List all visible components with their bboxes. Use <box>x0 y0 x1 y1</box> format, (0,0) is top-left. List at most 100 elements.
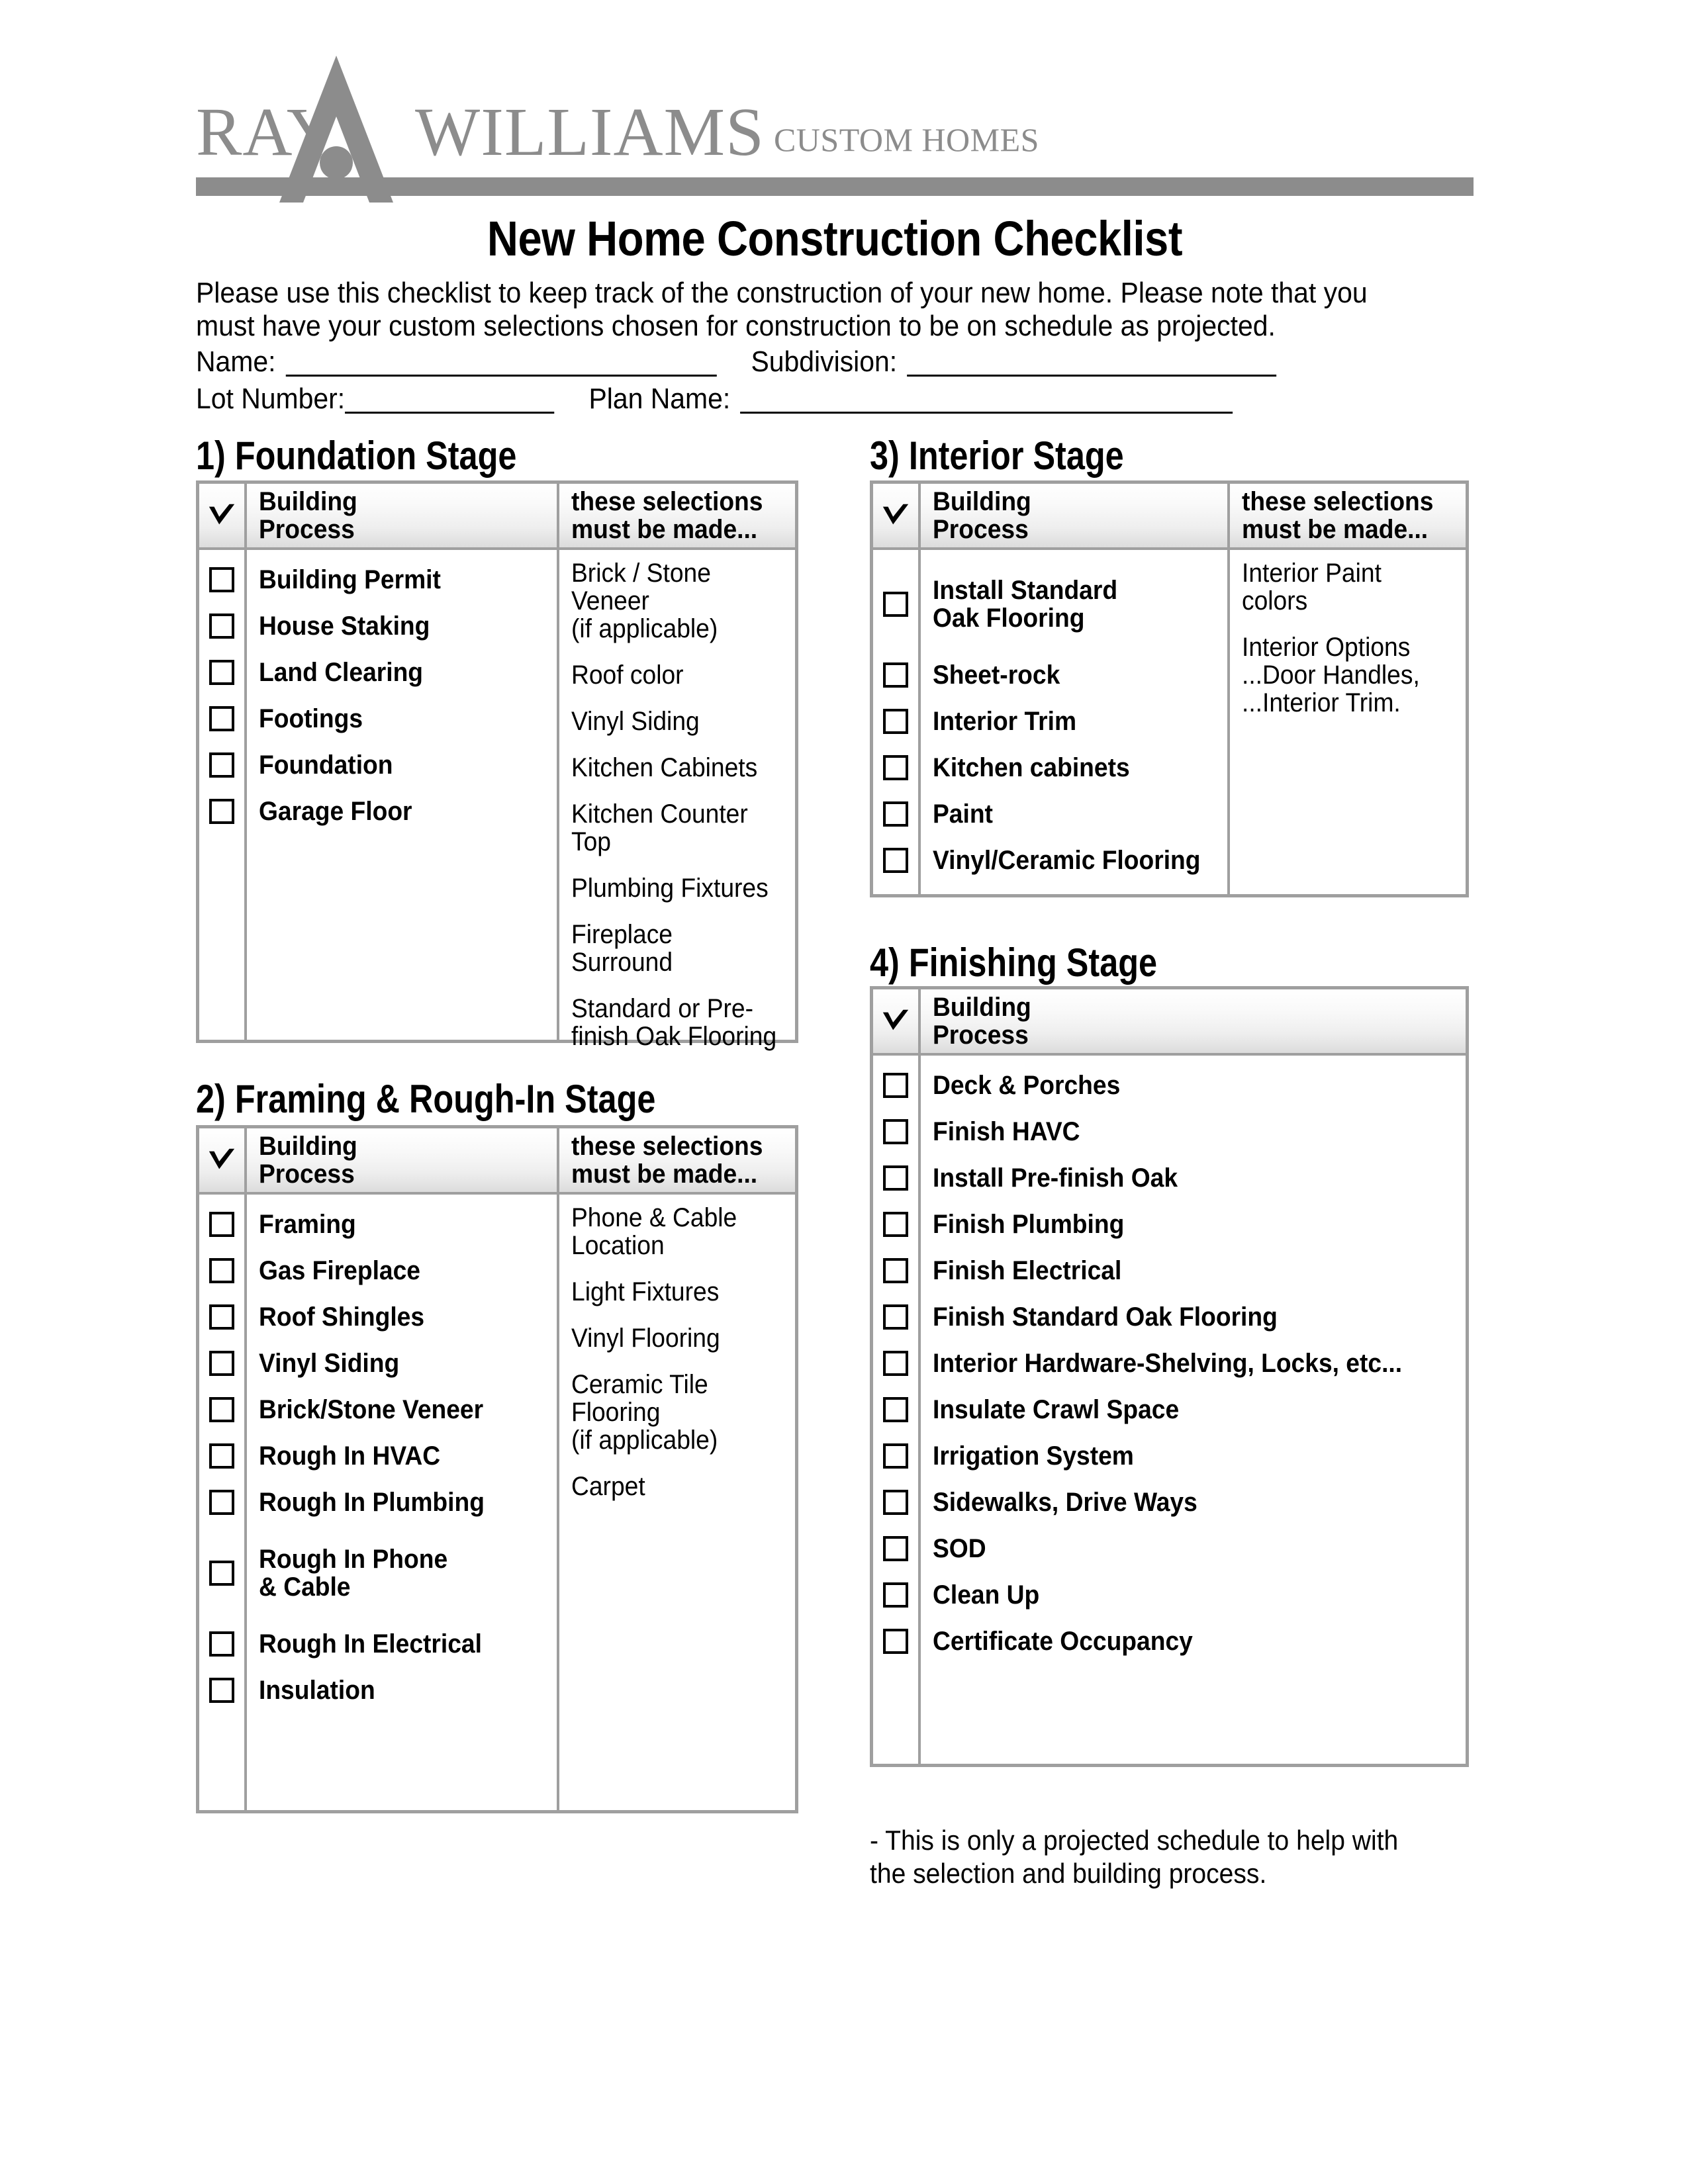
lot-number-label: Lot Number: <box>196 383 346 415</box>
intro-paragraph: Please use this checklist to keep track … <box>196 277 1368 343</box>
process-item-label: Footings <box>259 704 363 733</box>
checkbox[interactable] <box>209 799 234 824</box>
section-heading-interior: 3) Interior Stage <box>870 433 1124 478</box>
checkbox-column <box>199 550 247 1040</box>
checkbox[interactable] <box>209 1561 234 1586</box>
checkbox[interactable] <box>883 592 908 617</box>
process-item-label: Clean Up <box>933 1580 1040 1610</box>
header-line-2: must be made... <box>571 515 758 544</box>
process-item-label: Building Permit <box>259 565 441 594</box>
header-line-2: must be made... <box>571 1160 758 1189</box>
table-body: Install Standard Oak Flooring Sheet-rock In… <box>873 550 1466 894</box>
checkbox[interactable] <box>209 1490 234 1515</box>
checkbox[interactable] <box>209 660 234 685</box>
page-title: New Home Construction Checklist <box>487 211 1183 266</box>
process-item-label: Rough In Phone & Cable <box>259 1545 448 1602</box>
checkbox[interactable] <box>883 1165 908 1191</box>
header-line-1: Building <box>259 1132 357 1161</box>
checkmark-icon <box>873 484 921 547</box>
process-item-label: Sidewalks, Drive Ways <box>933 1488 1197 1517</box>
checkbox[interactable] <box>209 752 234 778</box>
checkbox[interactable] <box>883 755 908 780</box>
plan-name-label: Plan Name: <box>588 383 731 415</box>
checkbox-row <box>199 1433 244 1479</box>
column-header-selections: these selections must be made... <box>1227 484 1466 547</box>
checkbox[interactable] <box>883 1582 908 1608</box>
checkbox[interactable] <box>209 1258 234 1283</box>
section-heading-foundation: 1) Foundation Stage <box>196 433 517 478</box>
checkbox[interactable] <box>883 1258 908 1283</box>
checkbox[interactable] <box>209 567 234 592</box>
checkbox-row <box>199 696 244 742</box>
checkbox[interactable] <box>883 662 908 688</box>
process-item-label: Finish HAVC <box>933 1117 1080 1146</box>
process-item-label: Rough In Plumbing <box>259 1488 485 1517</box>
checkbox-row <box>873 1618 918 1664</box>
table-interior-stage: Building Process these selections must be … <box>870 480 1469 897</box>
checkbox[interactable] <box>883 801 908 827</box>
section-heading-finishing: 4) Finishing Stage <box>870 940 1158 985</box>
checkbox-row <box>199 1525 244 1621</box>
checkbox-row <box>199 557 244 603</box>
checkbox[interactable] <box>883 1443 908 1469</box>
logo-tagline: CUSTOM HOMES <box>773 121 1039 158</box>
name-input[interactable] <box>285 347 717 377</box>
selection-item-label: Kitchen Counter Top <box>571 799 748 856</box>
checkbox[interactable] <box>209 1443 234 1469</box>
checkbox-row <box>873 1201 918 1248</box>
checkbox[interactable] <box>209 614 234 639</box>
checkbox-row <box>873 791 918 837</box>
plan-name-input[interactable] <box>740 384 1233 414</box>
checkbox-row <box>199 742 244 788</box>
name-label: Name: <box>196 345 276 378</box>
checkbox[interactable] <box>209 706 234 731</box>
checkbox[interactable] <box>883 848 908 873</box>
process-item-label: Install Pre-finish Oak <box>933 1163 1178 1193</box>
checkbox[interactable] <box>883 709 908 734</box>
checkbox[interactable] <box>883 1397 908 1422</box>
checkbox-row <box>199 1621 244 1667</box>
checkbox[interactable] <box>209 1351 234 1376</box>
subdivision-input[interactable] <box>907 347 1277 377</box>
column-header-process: Building Process <box>247 484 557 547</box>
checkbox[interactable] <box>883 1073 908 1098</box>
column-header-process: Building Process <box>921 484 1227 547</box>
selections-column: Phone & Cable Location Light Fixtures Vinyl… <box>557 1195 795 1810</box>
process-item-label: Interior Trim <box>933 707 1077 736</box>
process-item-label: Kitchen cabinets <box>933 753 1130 782</box>
checkbox[interactable] <box>209 1631 234 1657</box>
checkbox[interactable] <box>883 1351 908 1376</box>
process-column: Building Permit House Staking Land Clearin… <box>247 550 557 1040</box>
checkbox[interactable] <box>209 1304 234 1330</box>
checkmark-icon <box>873 989 921 1053</box>
selection-item-label: Light Fixtures <box>571 1277 720 1306</box>
table-body: Framing Gas Fireplace Roof Shingles Vinyl S… <box>199 1195 795 1810</box>
checkbox[interactable] <box>209 1212 234 1237</box>
process-item-label: Insulate Crawl Space <box>933 1395 1180 1424</box>
checkbox[interactable] <box>209 1678 234 1703</box>
header-line-1: these selections <box>1242 487 1434 516</box>
selection-item-label: Phone & Cable Location <box>571 1203 737 1260</box>
table-framing-stage: Building Process these selections must be … <box>196 1125 798 1813</box>
checkbox-row <box>873 1572 918 1618</box>
checkbox[interactable] <box>883 1490 908 1515</box>
lot-number-input[interactable] <box>345 384 555 414</box>
process-item-label: Vinyl/Ceramic Flooring <box>933 846 1201 875</box>
table-header-row: Building Process <box>873 989 1466 1056</box>
column-header-selections: these selections must be made... <box>557 1128 795 1192</box>
process-column: Install Standard Oak Flooring Sheet-rock In… <box>921 550 1227 894</box>
table-header-row: Building Process these selections must be … <box>199 1128 795 1195</box>
checkbox[interactable] <box>209 1397 234 1422</box>
checkbox[interactable] <box>883 1212 908 1237</box>
column-header-process: Building Process <box>921 989 1466 1053</box>
selection-item-label: Vinyl Flooring <box>571 1324 720 1353</box>
checkbox-row <box>199 603 244 649</box>
header-line-1: these selections <box>571 487 763 516</box>
checkbox[interactable] <box>883 1536 908 1561</box>
checkbox[interactable] <box>883 1119 908 1144</box>
checkbox-row <box>873 652 918 698</box>
process-item-label: Foundation <box>259 751 393 780</box>
checkbox[interactable] <box>883 1629 908 1654</box>
checkbox[interactable] <box>883 1304 908 1330</box>
process-item-label: Finish Plumbing <box>933 1210 1125 1239</box>
